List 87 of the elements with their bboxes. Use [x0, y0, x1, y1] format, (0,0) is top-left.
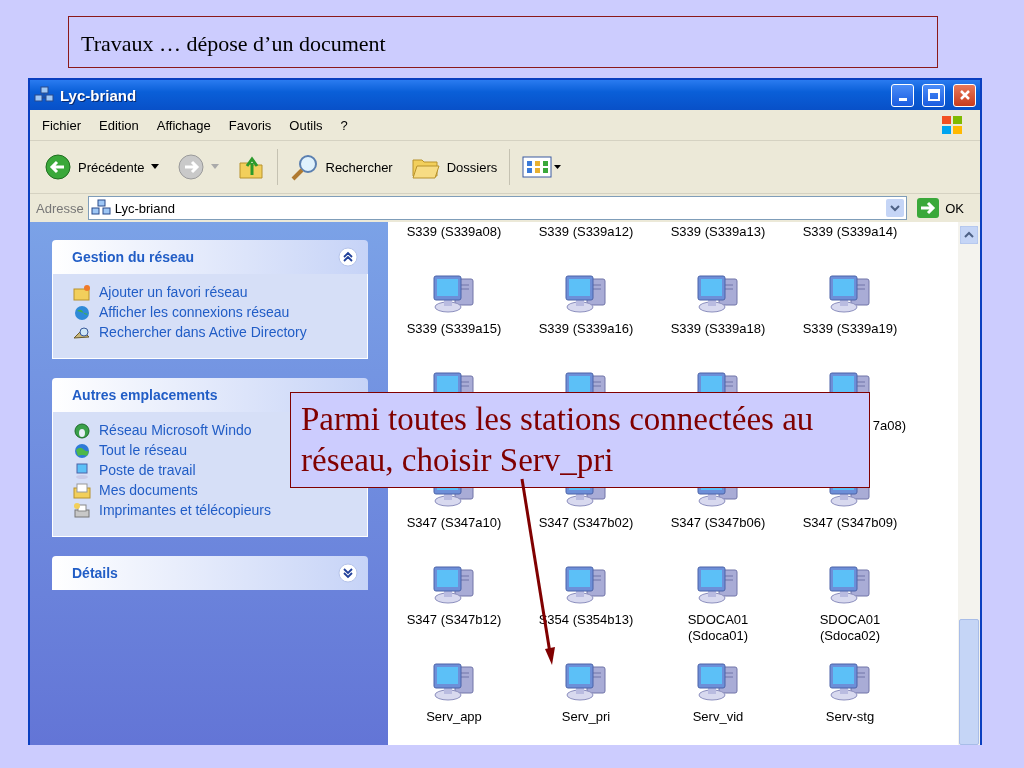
task-group-title: Gestion du réseau: [72, 249, 196, 265]
computer-label[interactable]: S339 (S339a19): [794, 321, 906, 337]
computer-label[interactable]: SDOCA01 (Sdoca01): [662, 612, 774, 644]
minimize-icon: [898, 97, 907, 101]
task-group-header[interactable]: Détails: [52, 556, 368, 590]
address-label: Adresse: [36, 200, 84, 216]
dropdown-icon[interactable]: [886, 199, 905, 217]
computer-label[interactable]: Serv_vid: [662, 709, 774, 725]
menu-item[interactable]: Outils: [283, 117, 335, 133]
computer-label[interactable]: S347 (S347b02): [530, 515, 642, 531]
caret-icon: [150, 164, 159, 170]
computer-icon: [695, 273, 741, 313]
menu-item[interactable]: Favoris: [222, 117, 284, 133]
computer-icon: [563, 273, 609, 313]
computer-label[interactable]: S339 (S339a08): [398, 224, 510, 240]
computer-icon: [695, 661, 741, 701]
window-title: Lyc-briand: [60, 86, 137, 104]
close-button[interactable]: [953, 83, 976, 107]
printer-icon: [73, 502, 91, 520]
computer-icon: [563, 564, 609, 604]
computer-label[interactable]: S339 (S339a13): [662, 224, 774, 240]
globe-icon: [73, 304, 91, 322]
back-button[interactable]: Précédente: [38, 151, 165, 183]
computer-label[interactable]: S347 (S347b09): [794, 515, 906, 531]
caret-icon: [210, 164, 219, 170]
menu-item[interactable]: Fichier: [36, 117, 93, 133]
computer-label[interactable]: S339 (S339a16): [530, 321, 642, 337]
computer-label[interactable]: S339 (S339a12): [530, 224, 642, 240]
maximize-icon: [927, 89, 940, 101]
expand-icon[interactable]: [338, 563, 358, 583]
search-icon: [289, 152, 320, 182]
magnifier-icon: [73, 324, 91, 342]
document-folder-icon: [73, 482, 91, 500]
address-field[interactable]: Lyc-briand: [87, 196, 908, 220]
computer-icon: [827, 564, 873, 604]
menu-item[interactable]: Edition: [93, 117, 151, 133]
go-button[interactable]: OK: [911, 198, 974, 218]
scroll-thumb[interactable]: [959, 619, 979, 745]
network-icon: [34, 86, 54, 104]
computer-label[interactable]: S347 (S347b06): [662, 515, 774, 531]
task-link[interactable]: Réseau Microsoft Windo: [99, 422, 252, 439]
task-link[interactable]: Mes documents: [99, 482, 198, 499]
computer-icon: [431, 273, 477, 313]
scrollbar[interactable]: [958, 222, 980, 745]
network-icon: [90, 199, 111, 217]
task-link[interactable]: Tout le réseau: [99, 442, 187, 459]
computer-icon: [73, 462, 91, 480]
collapse-icon[interactable]: [338, 247, 358, 267]
computer-icon: [827, 273, 873, 313]
folders-button[interactable]: Dossiers: [404, 152, 504, 182]
computer-icon: [827, 661, 873, 701]
computer-label[interactable]: S347 (S347a10): [398, 515, 510, 531]
computer-icon: [695, 564, 741, 604]
task-link[interactable]: Ajouter un favori réseau: [99, 284, 248, 301]
task-link[interactable]: Poste de travail: [99, 462, 196, 479]
close-icon: [958, 89, 971, 101]
task-link[interactable]: Imprimantes et télécopieurs: [99, 502, 271, 519]
maximize-button[interactable]: [922, 83, 945, 107]
callout-tooltip: Parmi toutes les stations connectées au réseau, choisir Serv_pri: [290, 392, 870, 488]
computer-label[interactable]: S347 (S347b12): [398, 612, 510, 628]
minimize-button[interactable]: [891, 83, 914, 107]
task-link[interactable]: Afficher les connexions réseau: [99, 304, 290, 321]
computer-label[interactable]: Serv_pri: [530, 709, 642, 725]
task-group-title: Détails: [72, 565, 119, 581]
computer-label[interactable]: SDOCA01 (Sdoca02): [794, 612, 906, 644]
slide-title: Travaux … dépose d’un document: [68, 16, 938, 68]
computer-label[interactable]: S339 (S339a14): [794, 224, 906, 240]
computer-label[interactable]: S339 (S339a18): [662, 321, 774, 337]
address-value: Lyc-briand: [114, 200, 175, 216]
computer-icon: [563, 661, 609, 701]
search-button[interactable]: Rechercher: [283, 150, 399, 184]
folder-star-icon: [73, 284, 91, 302]
flag-icon: [940, 114, 964, 136]
menu-item[interactable]: Affichage: [150, 117, 223, 133]
computer-icon: [431, 661, 477, 701]
menu-item[interactable]: ?: [334, 117, 360, 133]
task-group-title: Autres emplacements: [72, 387, 219, 403]
scroll-up-button[interactable]: [960, 226, 978, 244]
globe-icon: [73, 442, 91, 460]
globe-icon: [73, 422, 91, 440]
task-group-header[interactable]: Gestion du réseau: [52, 240, 368, 274]
computer-icon: [431, 564, 477, 604]
computer-label[interactable]: Serv-stg: [794, 709, 906, 725]
computer-label[interactable]: S339 (S339a15): [398, 321, 510, 337]
views-icon: [522, 156, 563, 178]
computer-label[interactable]: Serv_app: [398, 709, 510, 725]
task-link[interactable]: Rechercher dans Active Directory: [99, 324, 307, 341]
